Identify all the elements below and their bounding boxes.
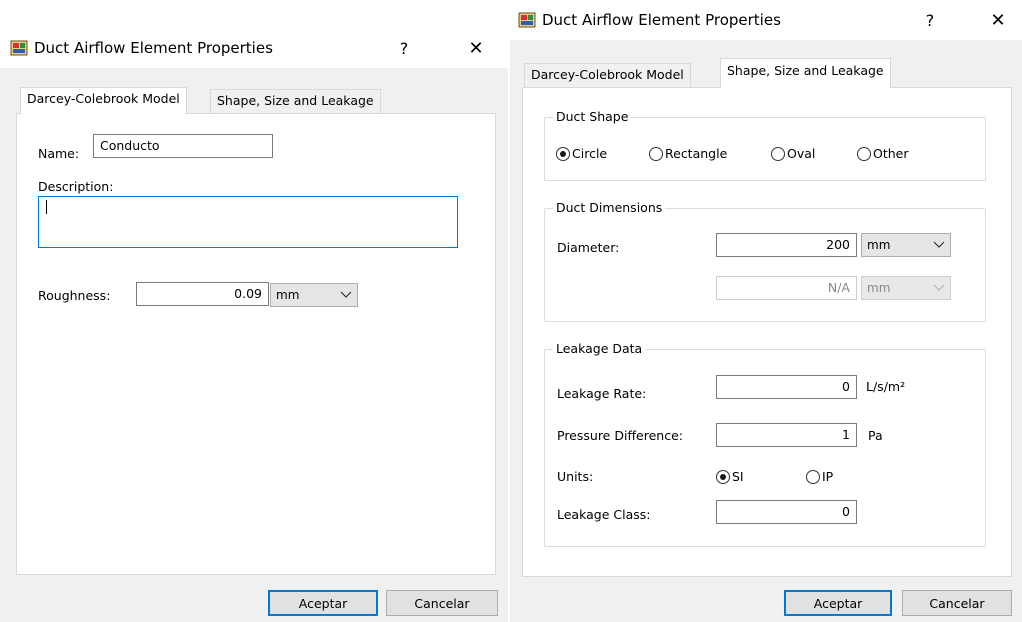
name-label: Name: <box>38 146 80 161</box>
secondary-dimension-unit-select: mm <box>861 276 951 300</box>
right-close-button[interactable]: ✕ <box>978 10 1018 31</box>
left-close-button[interactable]: ✕ <box>456 38 496 59</box>
description-input[interactable] <box>38 196 458 248</box>
radio-unselected-icon <box>771 146 785 161</box>
left-title-bar[interactable]: Duct Airflow Element Properties ? ✕ <box>0 28 508 68</box>
left-dialog-title: Duct Airflow Element Properties <box>34 39 273 57</box>
left-dialog: Duct Airflow Element Properties ? ✕ Darc… <box>0 28 508 622</box>
leakage-data-title: Leakage Data <box>553 341 646 356</box>
secondary-dimension-unit-value: mm <box>867 281 891 295</box>
radio-unselected-icon <box>806 469 820 484</box>
diameter-unit-select[interactable]: mm <box>861 233 951 257</box>
roughness-input[interactable]: 0.09 <box>136 282 269 306</box>
units-si-label: SI <box>732 469 744 484</box>
leakage-class-label: Leakage Class: <box>557 507 651 522</box>
description-label: Description: <box>38 179 114 194</box>
right-tab-shape-size-leakage[interactable]: Shape, Size and Leakage <box>720 58 891 88</box>
shape-oval-label: Oval <box>787 146 816 161</box>
duct-shape-group: Duct Shape <box>544 109 986 181</box>
right-title-bar[interactable]: Duct Airflow Element Properties ? ✕ <box>510 0 1022 40</box>
right-cancel-button[interactable]: Cancelar <box>902 590 1012 616</box>
diameter-label: Diameter: <box>557 240 620 255</box>
units-radio-si[interactable]: SI <box>716 469 744 484</box>
name-input[interactable]: Conducto <box>93 134 273 158</box>
right-ok-button[interactable]: Aceptar <box>784 590 892 616</box>
units-label: Units: <box>557 469 594 484</box>
leakage-rate-unit: L/s/m² <box>866 379 906 394</box>
left-cancel-button[interactable]: Cancelar <box>386 590 498 616</box>
duct-dimensions-title: Duct Dimensions <box>553 200 666 215</box>
radio-unselected-icon <box>649 146 663 161</box>
radio-unselected-icon <box>857 146 871 161</box>
text-cursor <box>46 200 47 214</box>
shape-radio-oval[interactable]: Oval <box>771 146 815 161</box>
roughness-label: Roughness: <box>38 288 111 303</box>
chevron-down-icon <box>340 291 352 298</box>
radio-selected-icon <box>556 146 570 161</box>
shape-other-label: Other <box>873 146 909 161</box>
pressure-difference-input[interactable]: 1 <box>716 423 857 447</box>
units-ip-label: IP <box>822 469 834 484</box>
application-icon <box>518 12 536 28</box>
chevron-down-icon <box>933 241 945 248</box>
right-dialog: Duct Airflow Element Properties ? ✕ Darc… <box>510 0 1022 622</box>
shape-radio-rectangle[interactable]: Rectangle <box>649 146 727 161</box>
left-tab-shape-size-leakage[interactable]: Shape, Size and Leakage <box>210 89 381 113</box>
shape-radio-other[interactable]: Other <box>857 146 909 161</box>
leakage-class-input[interactable]: 0 <box>716 500 857 524</box>
secondary-dimension-input: N/A <box>716 276 857 300</box>
left-help-button[interactable]: ? <box>384 39 424 58</box>
left-ok-button[interactable]: Aceptar <box>268 590 378 616</box>
shape-circle-label: Circle <box>572 146 608 161</box>
pressure-difference-label: Pressure Difference: <box>557 428 684 443</box>
shape-radio-circle[interactable]: Circle <box>556 146 607 161</box>
right-help-button[interactable]: ? <box>910 11 950 30</box>
leakage-rate-input[interactable]: 0 <box>716 375 857 399</box>
right-tab-darcey-colebrook[interactable]: Darcey-Colebrook Model <box>524 63 691 87</box>
roughness-unit-value: mm <box>276 288 300 302</box>
radio-selected-icon <box>716 469 730 484</box>
leakage-rate-label: Leakage Rate: <box>557 386 647 401</box>
diameter-input[interactable]: 200 <box>716 233 857 257</box>
left-tab-darcey-colebrook[interactable]: Darcey-Colebrook Model <box>20 87 187 114</box>
chevron-down-icon <box>933 284 945 291</box>
diameter-unit-value: mm <box>867 238 891 252</box>
duct-dimensions-group: Duct Dimensions <box>544 200 986 322</box>
duct-shape-title: Duct Shape <box>553 109 632 124</box>
roughness-unit-select[interactable]: mm <box>270 283 358 307</box>
application-icon <box>10 40 28 56</box>
right-dialog-title: Duct Airflow Element Properties <box>542 11 781 29</box>
units-radio-ip[interactable]: IP <box>806 469 833 484</box>
pressure-difference-unit: Pa <box>868 428 883 443</box>
shape-rectangle-label: Rectangle <box>665 146 728 161</box>
